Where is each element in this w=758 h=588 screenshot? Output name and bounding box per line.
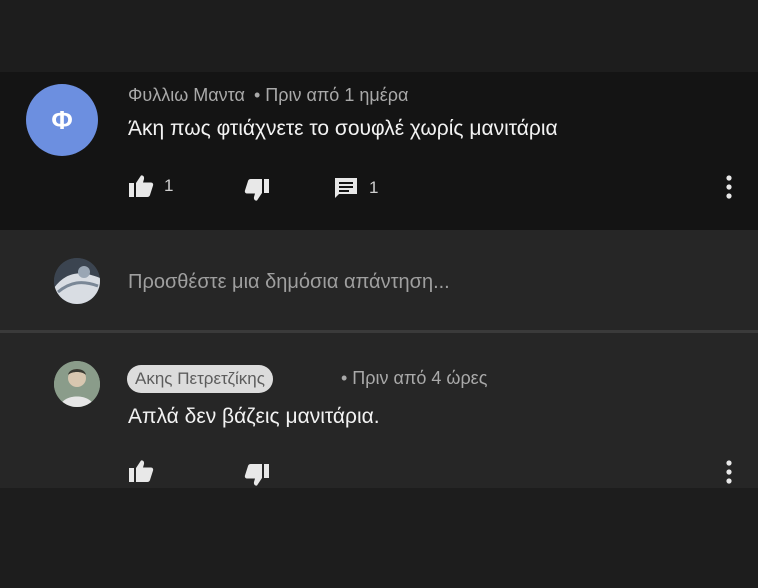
thumbs-down-icon	[244, 178, 270, 202]
like-count: 1	[164, 176, 174, 195]
comment-menu-button[interactable]	[719, 174, 739, 204]
reply-composer	[0, 230, 758, 330]
reply-count: 1	[369, 178, 379, 197]
comment-thread: Φ Φυλλιω Μαντα • Πριν από 1 ημέρα Άκη πω…	[0, 72, 758, 230]
reply-author-avatar[interactable]	[54, 361, 100, 407]
bottom-spacer	[0, 488, 758, 588]
self-avatar[interactable]	[54, 258, 100, 304]
comment-author[interactable]: Φυλλιω Μαντα	[128, 85, 245, 105]
commenter-avatar[interactable]: Φ	[26, 84, 98, 156]
comment-meta: Φυλλιω Μαντα • Πριν από 1 ημέρα	[128, 85, 408, 106]
creator-name-badge[interactable]: Ακης Πετρετζίκης	[127, 365, 273, 393]
reply-comment: Ακης Πετρετζίκης • Πριν από 4 ώρες Απλά …	[0, 333, 758, 488]
avatar-letter: Φ	[51, 104, 73, 135]
replies-button[interactable]: 1	[333, 176, 378, 200]
thumbs-up-icon	[128, 174, 154, 198]
dislike-button[interactable]	[244, 178, 270, 202]
comment-time[interactable]: • Πριν από 1 ημέρα	[254, 85, 408, 105]
reply-time[interactable]: • Πριν από 4 ώρες	[341, 368, 487, 389]
thumbs-down-icon	[244, 463, 270, 487]
reply-text: Απλά δεν βάζεις μανιτάρια.	[128, 405, 380, 428]
reply-menu-button[interactable]	[719, 459, 739, 489]
reply-dislike-button[interactable]	[244, 463, 270, 487]
more-vertical-icon	[726, 459, 732, 489]
reply-input[interactable]	[128, 266, 708, 298]
comment-text: Άκη πως φτιάχνετε το σουφλέ χωρίς μανιτά…	[128, 117, 558, 140]
reply-like-button[interactable]	[128, 459, 154, 483]
like-button[interactable]: 1	[128, 174, 173, 198]
comment-icon	[333, 176, 359, 200]
top-spacer	[0, 0, 758, 72]
more-vertical-icon	[726, 174, 732, 204]
thumbs-up-icon	[128, 459, 154, 483]
